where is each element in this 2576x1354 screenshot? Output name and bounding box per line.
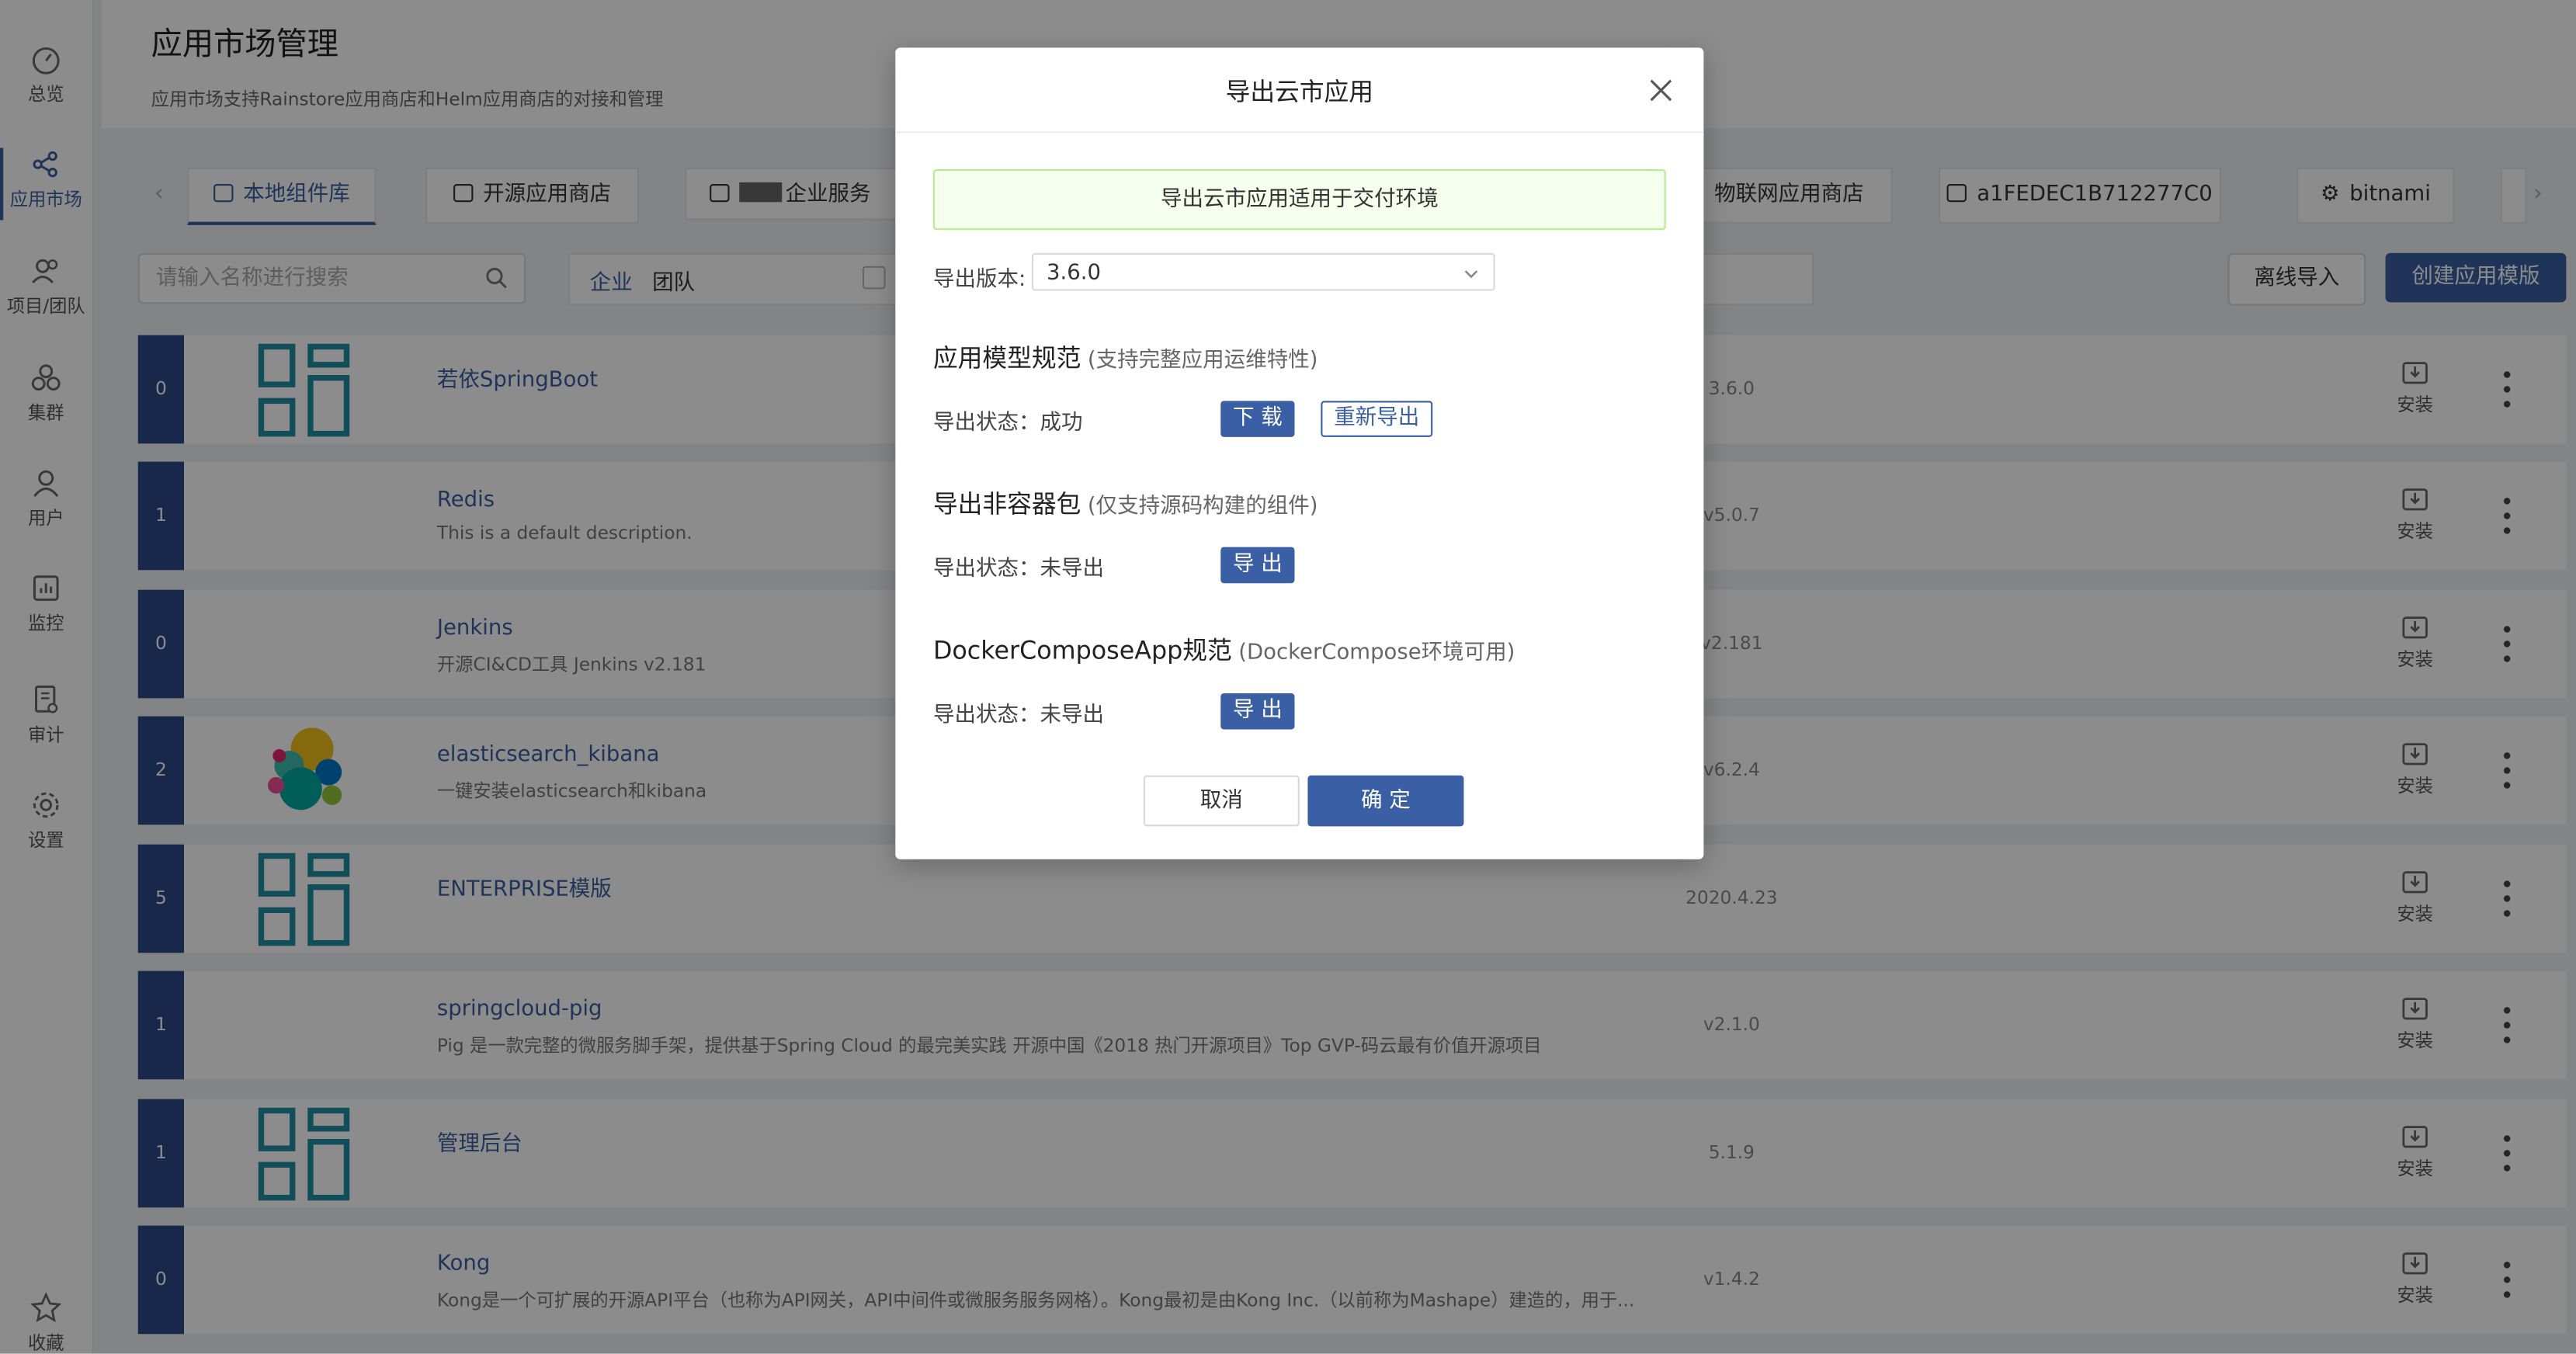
section-subtitle: (仅支持源码构建的组件) [1087, 494, 1318, 519]
version-label: 导出版本: [932, 267, 1026, 293]
info-alert: 导出云市应用适用于交付环境 [932, 168, 1666, 231]
section-subtitle: (DockerCompose环境可用) [1238, 641, 1515, 666]
export-status: 导出状态：未导出 [932, 703, 1105, 728]
chevron-down-icon [1464, 270, 1478, 279]
version-value: 3.6.0 [1046, 261, 1101, 286]
export-status: 导出状态：未导出 [932, 557, 1105, 582]
export-status: 导出状态：成功 [932, 411, 1083, 436]
modal-title: 导出云市应用 [1225, 77, 1374, 107]
app-root: 总览 应用市场 项目/团队 集群 用户 监控 审计 设置 收藏 应用市场管理 应… [0, 0, 2576, 1354]
confirm-button[interactable]: 确 定 [1307, 775, 1464, 827]
version-select[interactable]: 3.6.0 [1031, 252, 1495, 291]
section-title: DockerComposeApp规范 (DockerCompose环境可用) [932, 635, 1515, 666]
section-subtitle: (支持完整应用运维特性) [1087, 348, 1318, 373]
export-modal: 导出云市应用 导出云市应用适用于交付环境 导出版本: 3.6.0 应用模型规范(… [895, 47, 1704, 859]
export-button[interactable]: 导 出 [1220, 693, 1295, 730]
re-export-button[interactable]: 重新导出 [1321, 401, 1433, 437]
download-button[interactable]: 下 载 [1220, 401, 1295, 437]
section-title: 导出非容器包 (仅支持源码构建的组件) [932, 489, 1318, 519]
modal-header: 导出云市应用 [895, 47, 1704, 134]
close-icon[interactable] [1647, 77, 1674, 103]
section-title: 应用模型规范 (支持完整应用运维特性) [932, 343, 1318, 373]
cancel-button[interactable]: 取消 [1143, 775, 1300, 827]
export-button[interactable]: 导 出 [1220, 547, 1295, 584]
